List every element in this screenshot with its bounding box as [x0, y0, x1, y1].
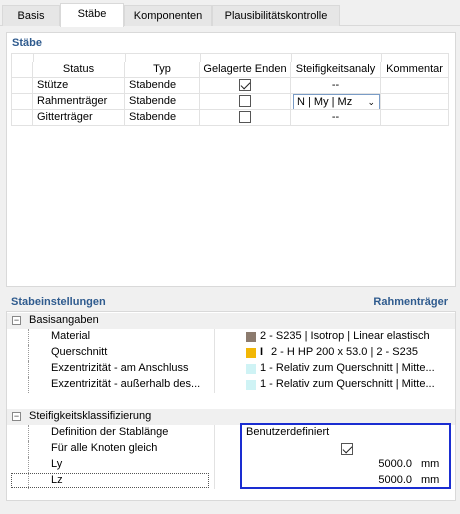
col-gelagerte-enden: Gelagerte Enden — [200, 62, 291, 78]
property-label: Definition der Stablänge — [51, 426, 169, 438]
row-kommentar[interactable] — [381, 94, 449, 110]
tab-plausibilitaetskontrolle[interactable]: Plausibilitätskontrolle — [212, 5, 340, 26]
stabeinstellungen-context: Rahmenträger — [373, 296, 448, 308]
property-label: Für alle Knoten gleich — [51, 442, 158, 454]
tab-komponenten[interactable]: Komponenten — [124, 5, 212, 26]
table-row[interactable]: Stütze Stabende -- — [11, 78, 449, 94]
property-value: 2 - S235 | Isotrop | Linear elastisch — [260, 330, 430, 342]
property-label: Exzentrizität - am Anschluss — [51, 362, 189, 374]
table-header: Status Typ Gelagerte Enden Steifigkeitsa… — [11, 62, 449, 78]
group-basisangaben[interactable]: − Basisangaben — [7, 313, 455, 329]
property-label: Material — [51, 330, 91, 342]
material-swatch — [246, 332, 256, 342]
row-kommentar[interactable] — [381, 110, 449, 126]
gelagerte-enden-checkbox[interactable] — [239, 95, 251, 108]
eccentricity-swatch — [246, 364, 256, 374]
chevron-down-icon[interactable]: ⌄ — [367, 95, 375, 109]
property-label: Ly — [51, 458, 63, 470]
steifigkeit-dropdown[interactable]: N | My | Mz ⌄ — [293, 94, 380, 109]
row-kommentar[interactable] — [381, 78, 449, 94]
property-row[interactable]: Material 2 - S235 | Isotrop | Linear ela… — [7, 329, 455, 345]
col-steifigkeit: Steifigkeitsanaly — [291, 62, 381, 78]
row-status[interactable]: Gitterträger — [33, 110, 125, 126]
table-row[interactable]: Gitterträger Stabende -- — [11, 110, 449, 126]
row-steifigkeit[interactable]: -- — [291, 78, 381, 94]
gelagerte-enden-checkbox[interactable] — [239, 79, 251, 92]
property-label: Exzentrizität - außerhalb des... — [51, 378, 201, 390]
row-steifigkeit[interactable]: -- — [291, 110, 381, 126]
tab-staebe[interactable]: Stäbe — [60, 3, 124, 27]
property-row[interactable]: Exzentrizität - am Anschluss 1 - Relativ… — [7, 361, 455, 377]
property-row[interactable]: Exzentrizität - außerhalb des... 1 - Rel… — [7, 377, 455, 393]
collapse-icon[interactable]: − — [12, 412, 21, 421]
focus-outline — [11, 473, 209, 488]
property-row[interactable]: Querschnitt I 2 - H HP 200 x 53.0 | 2 - … — [7, 345, 455, 361]
stabeinstellungen-header: Stabeinstellungen Rahmenträger — [6, 294, 456, 310]
group-title: Basisangaben — [29, 314, 99, 326]
selection-highlight — [240, 423, 451, 489]
section-swatch — [246, 348, 256, 358]
row-status[interactable]: Rahmenträger — [33, 94, 125, 110]
property-label: Querschnitt — [51, 346, 108, 358]
tab-bar: Basis Stäbe Komponenten Plausibilitätsko… — [0, 0, 460, 27]
group-title: Steifigkeitsklassifizierung — [29, 410, 152, 422]
table-row[interactable]: Rahmenträger Stabende N | My | Mz ⌄ — [11, 94, 449, 110]
row-typ[interactable]: Stabende — [125, 110, 200, 126]
row-typ[interactable]: Stabende — [125, 94, 200, 110]
eccentricity-swatch — [246, 380, 256, 390]
col-kommentar: Kommentar — [381, 62, 449, 78]
property-value: 2 - H HP 200 x 53.0 | 2 - S235 — [271, 346, 418, 358]
property-value: 1 - Relativ zum Querschnitt | Mitte... — [260, 362, 435, 374]
i-beam-icon: I — [260, 346, 264, 358]
gelagerte-enden-checkbox[interactable] — [239, 111, 251, 124]
row-status[interactable]: Stütze — [33, 78, 125, 94]
property-value: 1 - Relativ zum Querschnitt | Mitte... — [260, 378, 435, 390]
stabeinstellungen-title: Stabeinstellungen — [11, 296, 106, 308]
steifigkeit-dropdown-value: N | My | Mz — [297, 96, 353, 108]
col-status: Status — [33, 62, 125, 78]
row-typ[interactable]: Stabende — [125, 78, 200, 94]
tab-basis[interactable]: Basis — [2, 5, 60, 26]
staebe-panel: Stäbe Status Typ Gelagerte Enden Steifig… — [6, 32, 456, 287]
collapse-icon[interactable]: − — [12, 316, 21, 325]
col-typ: Typ — [125, 62, 200, 78]
staebe-section-title: Stäbe — [12, 37, 42, 49]
